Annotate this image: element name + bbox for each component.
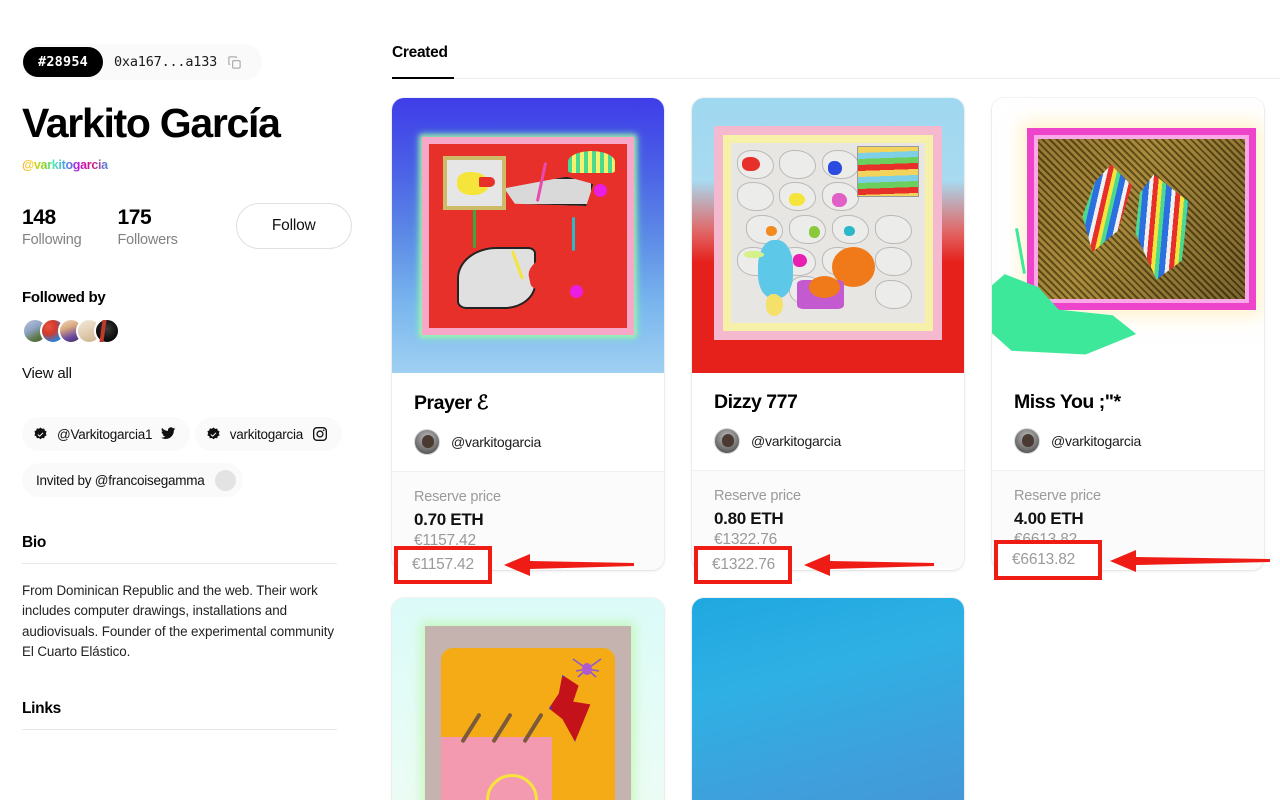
- price-eth: 0.80 ETH: [714, 509, 784, 528]
- verified-badge-icon: [33, 427, 48, 442]
- wallet-address: 0xa167...a133: [114, 54, 218, 70]
- annotation-box-price-3: €6613.82: [994, 540, 1102, 580]
- instagram-handle: varkitogarcia: [229, 426, 304, 442]
- followed-by-avatars[interactable]: [22, 318, 380, 345]
- bio-title: Bio: [22, 534, 47, 552]
- price-label: Reserve price: [414, 489, 501, 505]
- follow-button[interactable]: Follow: [235, 203, 352, 250]
- profile-display-name: Varkito García: [22, 100, 281, 146]
- profile-handle: @varkitogarcia: [22, 158, 108, 173]
- nft-card-body: Prayer ℰ @varkitogarcia: [392, 373, 664, 471]
- profile-sidebar: #28954 0xa167...a133 Varkito García @var…: [0, 0, 380, 800]
- annotation-box-price-2: €1322.76: [694, 546, 792, 584]
- profile-page: #28954 0xa167...a133 Varkito García @var…: [0, 0, 1280, 800]
- owner-handle: @varkitogarcia: [751, 433, 842, 449]
- profile-id-badge: #28954: [23, 47, 103, 77]
- followers-label: Followers: [117, 232, 178, 249]
- bio-text: From Dominican Republic and the web. The…: [22, 583, 334, 660]
- owner-handle: @varkitogarcia: [451, 434, 542, 450]
- annotation-price-1: €1157.42: [412, 556, 474, 573]
- stat-followers[interactable]: 175 Followers: [117, 206, 177, 248]
- social-link-twitter[interactable]: @Varkitogarcia1: [22, 417, 191, 452]
- nft-card[interactable]: Dizzy 777 @varkitogarcia Reserve price 0…: [692, 98, 964, 570]
- price-label: Reserve price: [1014, 488, 1101, 504]
- nft-artwork[interactable]: [992, 98, 1264, 373]
- stat-following[interactable]: 148 Following: [22, 206, 82, 249]
- profile-id-row: #28954 0xa167...a133: [22, 44, 262, 80]
- links-divider: [22, 728, 337, 730]
- twitter-handle: @Varkitogarcia1: [57, 426, 153, 442]
- nft-card[interactable]: [392, 598, 664, 800]
- nft-card[interactable]: Prayer ℰ @varkitogarcia Reserve price 0.…: [392, 98, 664, 570]
- annotation-arrow-1: [504, 552, 634, 583]
- annotation-price-3: €6613.82: [1012, 551, 1076, 568]
- annotation-price-2: €1322.76: [712, 556, 776, 573]
- copy-icon[interactable]: [226, 54, 242, 70]
- instagram-icon: [312, 426, 328, 442]
- avatar[interactable]: [94, 318, 120, 345]
- profile-stats: 148 Following 175 Followers Follow: [22, 203, 380, 250]
- spider-shape: [570, 657, 604, 679]
- nft-artwork[interactable]: [392, 98, 664, 373]
- nft-artwork[interactable]: [392, 598, 664, 800]
- followed-by-title: Followed by: [22, 289, 106, 307]
- social-links: @Varkitogarcia1 varkitogarcia Invited by…: [22, 417, 380, 498]
- annotation-box-price-1: €1157.42: [394, 546, 492, 584]
- tab-active-underline: [392, 77, 454, 79]
- nft-card[interactable]: Miss You ;"* @varkitogarcia Reserve pric…: [992, 98, 1264, 570]
- price-eth: 0.70 ETH: [414, 510, 484, 529]
- social-link-instagram[interactable]: varkitogarcia: [194, 417, 342, 452]
- nft-card-body: Miss You ;"* @varkitogarcia: [992, 373, 1264, 470]
- nft-owner[interactable]: @varkitogarcia: [414, 429, 642, 455]
- nft-owner[interactable]: @varkitogarcia: [1014, 428, 1242, 454]
- view-all-link[interactable]: View all: [22, 365, 380, 382]
- verified-badge-icon: [206, 427, 221, 442]
- links-title: Links: [22, 699, 61, 717]
- inviter-avatar: [214, 469, 236, 491]
- nft-artwork[interactable]: [692, 98, 964, 373]
- invited-by-pill[interactable]: Invited by @francoisegamma: [22, 463, 243, 498]
- nft-grid: Prayer ℰ @varkitogarcia Reserve price 0.…: [392, 98, 1280, 800]
- owner-handle: @varkitogarcia: [1051, 433, 1142, 449]
- price-label: Reserve price: [714, 488, 801, 504]
- nft-artwork[interactable]: [692, 598, 964, 800]
- invited-by-text: Invited by @francoisegamma: [36, 472, 205, 488]
- bio-divider: [22, 563, 337, 565]
- followers-count: 175: [117, 206, 152, 230]
- annotation-arrow-2: [804, 552, 934, 583]
- twitter-icon: [161, 427, 176, 441]
- nft-title: Dizzy 777: [714, 391, 798, 413]
- following-label: Following: [22, 232, 82, 249]
- nft-title: Miss You ;"*: [1014, 391, 1121, 413]
- price-eth: 4.00 ETH: [1014, 509, 1084, 528]
- nft-owner[interactable]: @varkitogarcia: [714, 428, 942, 454]
- nft-title: Prayer ℰ: [414, 392, 488, 414]
- owner-avatar: [714, 428, 740, 454]
- nft-card-body: Dizzy 777 @varkitogarcia: [692, 373, 964, 470]
- tab-created[interactable]: Created: [392, 44, 448, 75]
- owner-avatar: [1014, 428, 1040, 454]
- tab-bar: Created: [392, 44, 1280, 79]
- main-content: Created Prayer ℰ @varkitogarcia Reserve …: [392, 0, 1280, 800]
- owner-avatar: [414, 429, 440, 455]
- annotation-arrow-3: [1110, 548, 1270, 579]
- following-count: 148: [22, 206, 56, 230]
- nft-card[interactable]: [692, 598, 964, 800]
- tab-rail: [392, 78, 1280, 79]
